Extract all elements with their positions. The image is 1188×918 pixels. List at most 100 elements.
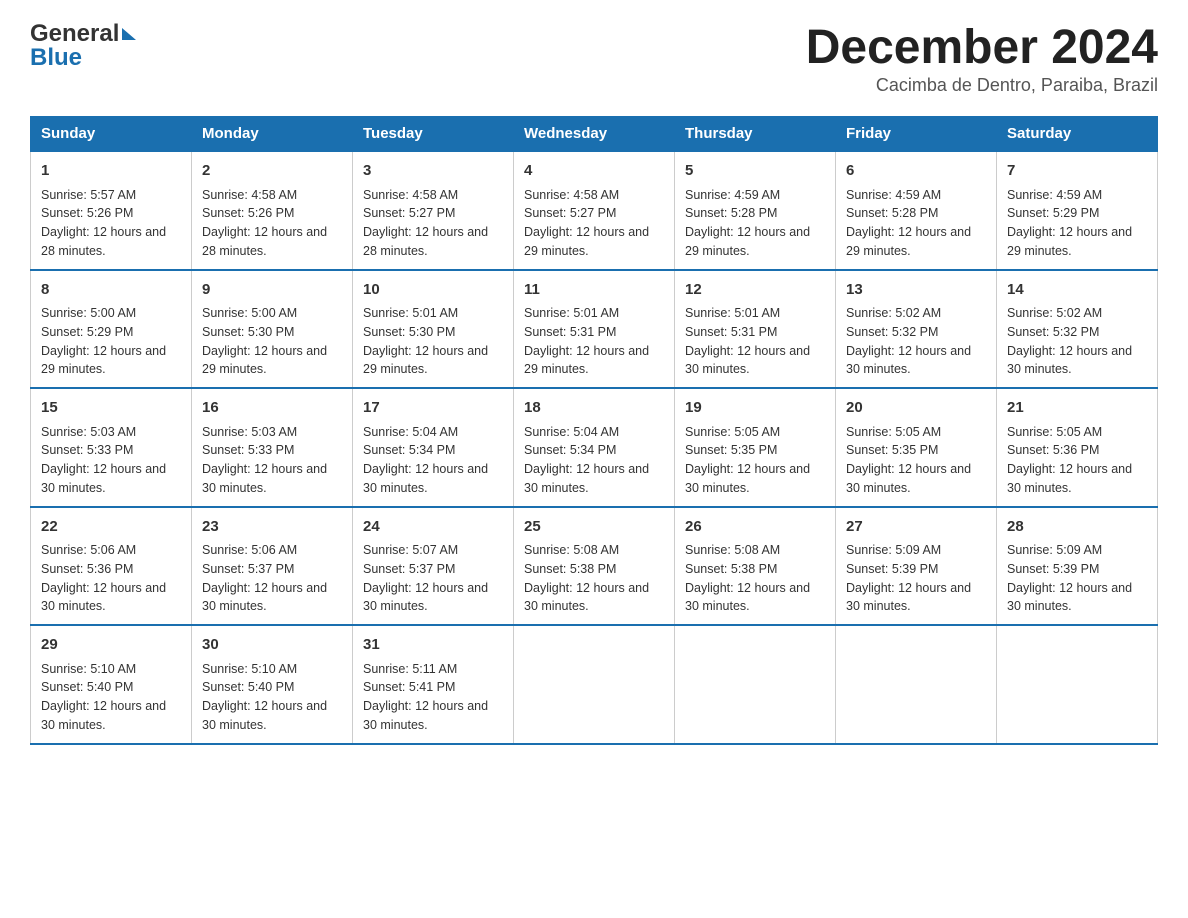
- sunset-label: Sunset: 5:37 PM: [363, 562, 455, 576]
- calendar-week-4: 22Sunrise: 5:06 AMSunset: 5:36 PMDayligh…: [31, 507, 1158, 626]
- calendar-cell: 31Sunrise: 5:11 AMSunset: 5:41 PMDayligh…: [353, 625, 514, 744]
- sunset-label: Sunset: 5:35 PM: [685, 443, 777, 457]
- day-number: 20: [846, 397, 986, 420]
- daylight-label: Daylight: 12 hours and 30 minutes.: [846, 581, 971, 614]
- day-number: 28: [1007, 516, 1147, 539]
- calendar-cell: 20Sunrise: 5:05 AMSunset: 5:35 PMDayligh…: [836, 388, 997, 507]
- day-number: 30: [202, 634, 342, 657]
- sunset-label: Sunset: 5:27 PM: [363, 206, 455, 220]
- sunset-label: Sunset: 5:28 PM: [846, 206, 938, 220]
- sunset-label: Sunset: 5:33 PM: [41, 443, 133, 457]
- daylight-label: Daylight: 12 hours and 28 minutes.: [363, 225, 488, 258]
- day-number: 13: [846, 279, 986, 302]
- calendar-cell: 26Sunrise: 5:08 AMSunset: 5:38 PMDayligh…: [675, 507, 836, 626]
- sunrise-label: Sunrise: 5:09 AM: [1007, 543, 1102, 557]
- calendar-cell: 10Sunrise: 5:01 AMSunset: 5:30 PMDayligh…: [353, 270, 514, 389]
- day-number: 7: [1007, 160, 1147, 183]
- sunset-label: Sunset: 5:32 PM: [846, 325, 938, 339]
- day-number: 9: [202, 279, 342, 302]
- sunset-label: Sunset: 5:31 PM: [524, 325, 616, 339]
- daylight-label: Daylight: 12 hours and 30 minutes.: [524, 581, 649, 614]
- calendar-cell: 25Sunrise: 5:08 AMSunset: 5:38 PMDayligh…: [514, 507, 675, 626]
- sunrise-label: Sunrise: 5:05 AM: [685, 425, 780, 439]
- sunrise-label: Sunrise: 5:02 AM: [846, 306, 941, 320]
- sunrise-label: Sunrise: 5:08 AM: [524, 543, 619, 557]
- calendar-week-2: 8Sunrise: 5:00 AMSunset: 5:29 PMDaylight…: [31, 270, 1158, 389]
- sunset-label: Sunset: 5:29 PM: [1007, 206, 1099, 220]
- calendar-cell: 27Sunrise: 5:09 AMSunset: 5:39 PMDayligh…: [836, 507, 997, 626]
- logo-arrow-icon: [122, 28, 136, 40]
- daylight-label: Daylight: 12 hours and 30 minutes.: [846, 344, 971, 377]
- daylight-label: Daylight: 12 hours and 28 minutes.: [202, 225, 327, 258]
- daylight-label: Daylight: 12 hours and 29 minutes.: [202, 344, 327, 377]
- month-title: December 2024: [806, 20, 1158, 75]
- sunrise-label: Sunrise: 4:58 AM: [202, 188, 297, 202]
- sunset-label: Sunset: 5:33 PM: [202, 443, 294, 457]
- sunset-label: Sunset: 5:36 PM: [1007, 443, 1099, 457]
- calendar-cell: 4Sunrise: 4:58 AMSunset: 5:27 PMDaylight…: [514, 151, 675, 270]
- calendar-cell: 8Sunrise: 5:00 AMSunset: 5:29 PMDaylight…: [31, 270, 192, 389]
- calendar-week-3: 15 Sunrise: 5:03 AM Sunset: 5:33 PM Dayligh…: [31, 388, 1158, 507]
- calendar-cell: 6Sunrise: 4:59 AMSunset: 5:28 PMDaylight…: [836, 151, 997, 270]
- calendar-cell: 3Sunrise: 4:58 AMSunset: 5:27 PMDaylight…: [353, 151, 514, 270]
- logo-blue-text: Blue: [30, 44, 136, 72]
- day-number: 25: [524, 516, 664, 539]
- calendar-cell: [836, 625, 997, 744]
- location-subtitle: Cacimba de Dentro, Paraiba, Brazil: [806, 75, 1158, 96]
- sunrise-label: Sunrise: 4:59 AM: [685, 188, 780, 202]
- day-number: 18: [524, 397, 664, 420]
- day-number: 1: [41, 160, 181, 183]
- calendar-cell: 1Sunrise: 5:57 AMSunset: 5:26 PMDaylight…: [31, 151, 192, 270]
- calendar-week-5: 29Sunrise: 5:10 AMSunset: 5:40 PMDayligh…: [31, 625, 1158, 744]
- sunrise-label: Sunrise: 5:03 AM: [41, 425, 136, 439]
- calendar-cell: 7Sunrise: 4:59 AMSunset: 5:29 PMDaylight…: [997, 151, 1158, 270]
- day-number: 5: [685, 160, 825, 183]
- sunrise-label: Sunrise: 5:00 AM: [202, 306, 297, 320]
- col-monday: Monday: [192, 117, 353, 152]
- daylight-label: Daylight: 12 hours and 30 minutes.: [1007, 344, 1132, 377]
- calendar-cell: 21Sunrise: 5:05 AMSunset: 5:36 PMDayligh…: [997, 388, 1158, 507]
- day-number: 10: [363, 279, 503, 302]
- daylight-label: Daylight: 12 hours and 29 minutes.: [524, 225, 649, 258]
- calendar-cell: [675, 625, 836, 744]
- day-number: 12: [685, 279, 825, 302]
- day-number: 2: [202, 160, 342, 183]
- header-row: Sunday Monday Tuesday Wednesday Thursday…: [31, 117, 1158, 152]
- col-tuesday: Tuesday: [353, 117, 514, 152]
- day-number: 4: [524, 160, 664, 183]
- sunset-label: Sunset: 5:34 PM: [524, 443, 616, 457]
- daylight-label: Daylight: 12 hours and 30 minutes.: [202, 581, 327, 614]
- daylight-label: Daylight: 12 hours and 30 minutes.: [363, 699, 488, 732]
- daylight-label: Daylight: 12 hours and 30 minutes.: [363, 462, 488, 495]
- day-number: 22: [41, 516, 181, 539]
- day-number: 3: [363, 160, 503, 183]
- sunrise-label: Sunrise: 4:59 AM: [1007, 188, 1102, 202]
- day-number: 24: [363, 516, 503, 539]
- sunset-label: Sunset: 5:38 PM: [685, 562, 777, 576]
- day-number: 27: [846, 516, 986, 539]
- daylight-label: Daylight: 12 hours and 30 minutes.: [685, 462, 810, 495]
- calendar-cell: 9Sunrise: 5:00 AMSunset: 5:30 PMDaylight…: [192, 270, 353, 389]
- day-number: 14: [1007, 279, 1147, 302]
- sunrise-label: Sunrise: 5:04 AM: [524, 425, 619, 439]
- day-number: 19: [685, 397, 825, 420]
- sunset-label: Sunset: 5:28 PM: [685, 206, 777, 220]
- sunset-label: Sunset: 5:39 PM: [1007, 562, 1099, 576]
- sunrise-label: Sunrise: 5:02 AM: [1007, 306, 1102, 320]
- calendar-cell: [997, 625, 1158, 744]
- sunrise-label: Sunrise: 5:05 AM: [846, 425, 941, 439]
- sunrise-label: Sunrise: 5:01 AM: [363, 306, 458, 320]
- day-number: 15: [41, 397, 181, 420]
- calendar-cell: 18Sunrise: 5:04 AMSunset: 5:34 PMDayligh…: [514, 388, 675, 507]
- sunrise-label: Sunrise: 5:04 AM: [363, 425, 458, 439]
- sunrise-label: Sunrise: 5:05 AM: [1007, 425, 1102, 439]
- daylight-label: Daylight: 12 hours and 30 minutes.: [41, 581, 166, 614]
- page-header: General Blue December 2024 Cacimba de De…: [30, 20, 1158, 96]
- sunset-label: Sunset: 5:32 PM: [1007, 325, 1099, 339]
- sunrise-label: Sunrise: 5:08 AM: [685, 543, 780, 557]
- calendar-cell: 5Sunrise: 4:59 AMSunset: 5:28 PMDaylight…: [675, 151, 836, 270]
- sunrise-label: Sunrise: 5:07 AM: [363, 543, 458, 557]
- daylight-label: Daylight: 12 hours and 29 minutes.: [41, 344, 166, 377]
- calendar-cell: 2Sunrise: 4:58 AMSunset: 5:26 PMDaylight…: [192, 151, 353, 270]
- day-number: 31: [363, 634, 503, 657]
